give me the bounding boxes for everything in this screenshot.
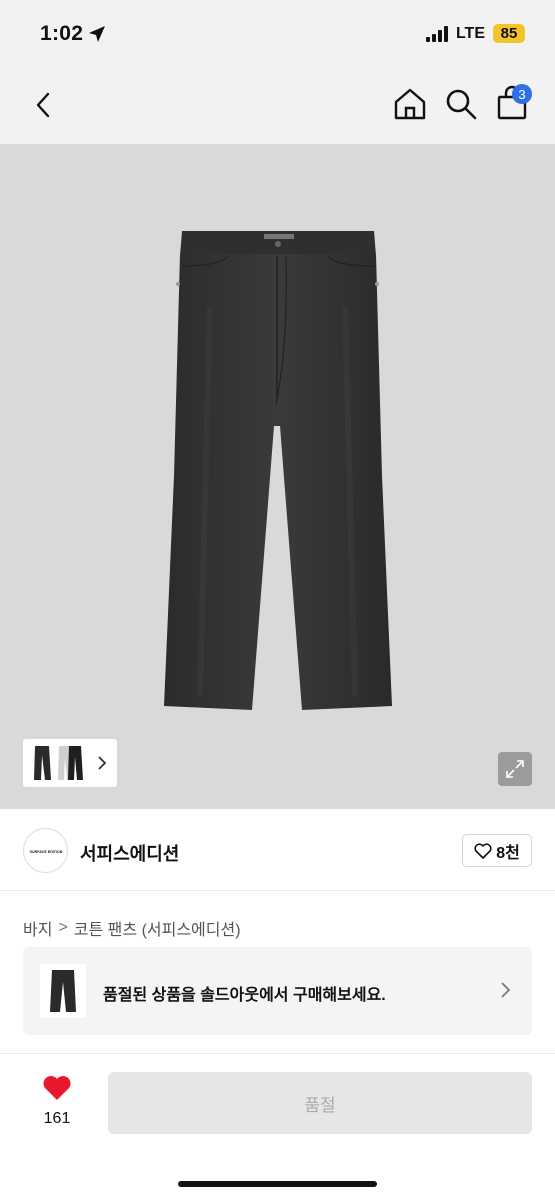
cart-count-badge: 3 [512, 84, 532, 104]
heart-outline-icon [474, 842, 492, 859]
surface-edition-logo: SURFACE EDITION [29, 850, 62, 854]
chevron-right-icon [501, 982, 511, 998]
brand-row: SURFACE EDITION 서피스에디션 8천 [0, 809, 555, 891]
product-like-button[interactable]: 161 [38, 1074, 76, 1128]
battery-level: 85 [493, 24, 525, 43]
chevron-right-icon [98, 756, 107, 770]
product-like-count: 161 [43, 1110, 71, 1127]
svg-text:SURFACE EDITION: SURFACE EDITION [29, 850, 62, 854]
soldout-thumbnail [40, 964, 86, 1018]
cellular-signal-icon [425, 25, 448, 42]
chevron-left-icon [36, 92, 50, 118]
product-image [164, 231, 392, 710]
search-icon[interactable] [444, 86, 478, 122]
home-icon[interactable] [392, 86, 428, 122]
brand-logo[interactable]: SURFACE EDITION [23, 828, 68, 873]
status-time: 1:02 [40, 22, 84, 45]
soldout-buy-button[interactable]: 품절 [108, 1072, 532, 1134]
soldout-banner[interactable]: 품절된 상품을 솔드아웃에서 구매해보세요. [23, 947, 532, 1035]
expand-image-button[interactable] [498, 752, 532, 786]
location-arrow-icon [89, 26, 105, 42]
back-button[interactable] [28, 88, 58, 122]
top-nav-bar [0, 70, 555, 144]
status-bar: 1:02 LTE 85 [0, 0, 555, 70]
brand-like-button[interactable]: 8천 [462, 834, 532, 867]
brand-name[interactable]: 서피스에디션 [80, 840, 179, 866]
status-indicators: LTE 85 [425, 24, 525, 43]
network-type: LTE [455, 24, 485, 42]
breadcrumb-separator: > [58, 919, 68, 936]
breadcrumb-category[interactable]: 바지 [23, 916, 52, 940]
thumbnail-image [29, 743, 93, 783]
product-image-area[interactable] [0, 144, 555, 809]
expand-icon [506, 760, 524, 778]
thumbnail-strip[interactable] [23, 739, 117, 787]
heart-filled-icon [43, 1076, 71, 1100]
soldout-message: 품절된 상품을 솔드아웃에서 구매해보세요. [103, 987, 386, 1004]
bottom-divider [0, 1053, 555, 1054]
breadcrumb-item[interactable]: 코튼 팬츠 (서피스에디션) [74, 916, 241, 940]
jeans-thumbnail-image [50, 970, 76, 1012]
brand-like-count: 8천 [496, 844, 520, 862]
home-indicator [178, 1181, 377, 1187]
breadcrumb: 바지 > 코튼 팬츠 (서피스에디션) [23, 916, 241, 940]
